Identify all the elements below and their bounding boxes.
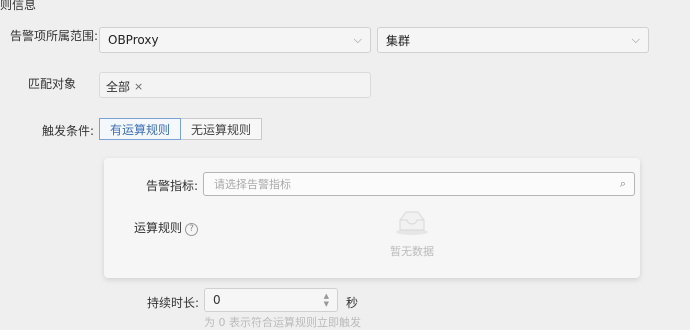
type-select-value: 集群 — [386, 33, 411, 48]
chevron-down-icon: ⌵ — [631, 33, 640, 46]
trigger-label: 触发条件: — [42, 124, 95, 138]
stepper-arrows[interactable]: ▲ ▼ — [324, 292, 329, 308]
product-select-value: OBProxy — [108, 33, 159, 47]
trigger-options: 有运算规则 无运算规则 — [99, 118, 263, 140]
trigger-option-with-rule[interactable]: 有运算规则 — [99, 118, 182, 140]
calc-rule-label: 运算规则? — [134, 219, 199, 236]
duration-value: 0 — [213, 293, 221, 307]
metric-label: 告警指标: — [146, 179, 199, 193]
close-icon[interactable]: × — [134, 80, 143, 93]
product-select[interactable]: OBProxy ⌵ — [99, 27, 371, 53]
empty-box-icon — [396, 211, 428, 235]
duration-label: 持续时长: — [147, 296, 200, 310]
match-object-tag-label: 全部 — [106, 80, 131, 94]
alarm-scope-label: 告警项所属范围: — [10, 29, 99, 43]
match-object-tag: 全部 × — [100, 76, 149, 97]
section-title: 则信息 — [0, 0, 37, 12]
type-select[interactable]: 集群 ⌵ — [377, 27, 649, 53]
metric-search-input[interactable]: ⌕ — [203, 172, 635, 196]
empty-text: 暂无数据 — [390, 245, 434, 258]
search-icon: ⌕ — [619, 177, 626, 190]
trigger-option-without-rule[interactable]: 无运算规则 — [181, 118, 263, 140]
calc-rule-text: 运算规则 — [134, 221, 183, 235]
match-object-label: 匹配对象 — [28, 77, 77, 91]
metric-input-field[interactable] — [212, 176, 620, 192]
empty-state: 暂无数据 — [372, 206, 452, 259]
chevron-down-icon: ⌵ — [353, 33, 362, 46]
match-object-select[interactable]: 全部 × — [99, 72, 371, 98]
duration-unit: 秒 — [346, 296, 359, 310]
duration-input[interactable]: 0 ▲ ▼ — [204, 288, 338, 312]
help-icon[interactable]: ? — [185, 223, 199, 236]
duration-hint: 为 0 表示符合运算规则立即触发 — [204, 316, 361, 329]
